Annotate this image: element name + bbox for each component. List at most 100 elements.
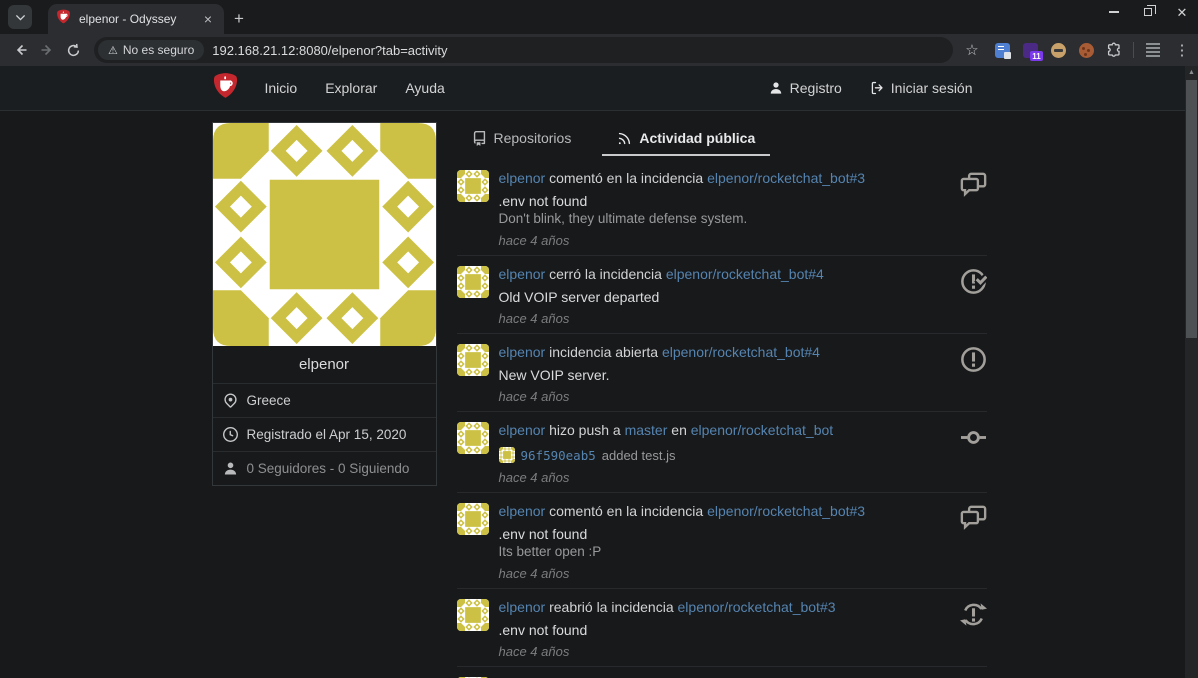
repo-link[interactable]: elpenor/rocketchat_bot#3 xyxy=(707,503,865,519)
sign-in-icon xyxy=(871,81,883,95)
extension-badge: 11 xyxy=(1030,51,1043,61)
site-logo[interactable] xyxy=(212,72,239,104)
activity-time: hace 4 años xyxy=(498,470,570,485)
toolbar-divider xyxy=(1133,42,1134,58)
translate-extension-button[interactable] xyxy=(993,41,1011,59)
repo-link[interactable]: elpenor/rocketchat_bot#3 xyxy=(678,599,836,615)
activity-title: elpenor comentó en la incidencia elpenor… xyxy=(499,167,947,187)
user-avatar[interactable] xyxy=(456,266,489,298)
new-tab-button[interactable]: + xyxy=(234,10,244,27)
repo-icon xyxy=(472,130,487,146)
cookie-bite-icon xyxy=(1078,42,1094,58)
url-text: 192.168.21.12:8080/elpenor?tab=activity xyxy=(212,42,448,58)
activity-item: elpenor reabrió la incidencia elpenor/ro… xyxy=(456,589,987,667)
reload-button[interactable] xyxy=(60,37,86,63)
browser-window: elpenor - Odyssey × + ✕ ⚠ No es seguro 1… xyxy=(0,0,1198,678)
profile-username: elpenor xyxy=(298,356,350,373)
commit-hash-link[interactable]: 96f590eab5 xyxy=(521,448,596,463)
star-icon: ☆ xyxy=(965,42,979,59)
register-link[interactable]: Registro xyxy=(755,80,856,96)
issue-title: New VOIP server. xyxy=(498,367,610,383)
activity-item: elpenor comentó en la incidencia elpenor… xyxy=(456,493,987,589)
tab-close-button[interactable]: × xyxy=(200,11,216,27)
activity-title: elpenor incidencia abierta elpenor/rocke… xyxy=(499,341,947,361)
user-link[interactable]: elpenor xyxy=(499,266,546,282)
profile-avatar xyxy=(212,123,436,346)
user-avatar[interactable] xyxy=(456,599,489,631)
tab-repositorios-label: Repositorios xyxy=(493,130,572,146)
user-avatar[interactable] xyxy=(456,422,489,454)
commit-message: added test.js xyxy=(601,447,676,463)
forward-button[interactable] xyxy=(34,37,60,63)
activity-feed: elpenor comentó en la incidencia elpenor… xyxy=(456,160,987,678)
profile-followers: 0 Seguidores - 0 Siguiendo xyxy=(246,461,410,476)
user-link[interactable]: elpenor xyxy=(499,599,546,615)
signin-label: Iniciar sesión xyxy=(890,80,973,96)
browser-tab-strip: elpenor - Odyssey × + ✕ xyxy=(0,0,1198,34)
back-button[interactable] xyxy=(8,37,34,63)
tab-actividad-publica[interactable]: Actividad pública xyxy=(602,122,771,156)
user-link[interactable]: elpenor xyxy=(499,422,546,438)
activity-item: elpenor comentó en la incidencia elpenor… xyxy=(456,160,987,256)
repo-link[interactable]: elpenor/rocketchat_bot#4 xyxy=(666,266,824,282)
tab-search-button[interactable] xyxy=(8,5,32,29)
browser-menu-button[interactable]: ⋮ xyxy=(1172,41,1190,59)
profile-avatar-icon xyxy=(1146,43,1160,57)
browser-tab[interactable]: elpenor - Odyssey × xyxy=(48,4,224,34)
user-link[interactable]: elpenor xyxy=(499,344,546,360)
warning-icon: ⚠ xyxy=(108,44,118,57)
close-button[interactable]: ✕ xyxy=(1176,4,1188,20)
user-avatar[interactable] xyxy=(456,503,489,535)
kebab-menu-icon: ⋮ xyxy=(1174,42,1190,59)
restore-button[interactable] xyxy=(1142,5,1156,18)
repo-link[interactable]: elpenor/rocketchat_bot xyxy=(691,422,833,438)
repo-link[interactable]: elpenor/rocketchat_bot#4 xyxy=(662,344,820,360)
activity-time: hace 4 años xyxy=(498,644,570,659)
signin-link[interactable]: Iniciar sesión xyxy=(856,80,987,96)
browser-toolbar: ⚠ No es seguro 192.168.21.12:8080/elpeno… xyxy=(0,34,1198,66)
cookie-icon xyxy=(1050,42,1066,58)
nav-link-ayuda[interactable]: Ayuda xyxy=(391,66,458,111)
git-commit-icon xyxy=(957,419,987,485)
user-avatar[interactable] xyxy=(456,170,489,202)
comment-body: Don't blink, they ultimate defense syste… xyxy=(498,211,748,226)
user-avatar[interactable] xyxy=(456,344,489,376)
adblock-extension-button[interactable]: 11 xyxy=(1021,41,1043,61)
forward-arrow-icon xyxy=(41,44,52,56)
nav-link-explorar[interactable]: Explorar xyxy=(311,66,391,111)
branch-link[interactable]: master xyxy=(625,422,668,438)
gitea-logo-icon xyxy=(212,72,239,104)
user-link[interactable]: elpenor xyxy=(499,503,546,519)
activity-action-text: comentó en la incidencia xyxy=(549,503,704,519)
nav-link-inicio[interactable]: Inicio xyxy=(251,66,312,111)
activity-time: hace 4 años xyxy=(498,389,570,404)
profile-location-row: Greece xyxy=(212,383,436,417)
clock-icon xyxy=(222,427,238,442)
site-navbar: Inicio Explorar Ayuda Registro Iniciar s… xyxy=(0,66,1198,111)
extensions-menu-button[interactable] xyxy=(1105,41,1123,59)
close-icon: ✕ xyxy=(1176,4,1188,20)
activity-item: elpenor cerró la incidencia elpenor/rock… xyxy=(456,256,987,334)
scrollbar-thumb[interactable] xyxy=(1186,80,1197,338)
cookie2-extension-button[interactable] xyxy=(1077,41,1095,59)
security-chip[interactable]: ⚠ No es seguro xyxy=(98,40,205,60)
profile-tabbar: Repositorios Actividad pública xyxy=(457,122,987,156)
minimize-button[interactable] xyxy=(1108,6,1120,18)
issue-title: .env not found xyxy=(498,622,588,638)
tab-title: elpenor - Odyssey xyxy=(79,12,177,26)
cookie-extension-button[interactable] xyxy=(1049,41,1067,59)
activity-action-text: hizo push a xyxy=(549,422,621,438)
address-bar[interactable]: ⚠ No es seguro 192.168.21.12:8080/elpeno… xyxy=(94,37,953,63)
tab-repositorios[interactable]: Repositorios xyxy=(457,122,587,156)
scrollbar-up-arrow[interactable]: ▲ xyxy=(1185,69,1198,76)
user-link[interactable]: elpenor xyxy=(499,170,546,186)
profile-followers-row: 0 Seguidores - 0 Siguiendo xyxy=(212,451,436,485)
activity-title: elpenor cerró la incidencia elpenor/rock… xyxy=(499,263,947,283)
repo-link[interactable]: elpenor/rocketchat_bot#3 xyxy=(707,170,865,186)
profile-button[interactable] xyxy=(1144,41,1162,59)
bookmark-button[interactable]: ☆ xyxy=(959,37,985,63)
person-icon xyxy=(770,82,781,94)
comment-discussion-icon xyxy=(957,500,987,581)
comment-body: Its better open :P xyxy=(498,544,602,559)
issue-reopened-icon xyxy=(957,596,987,659)
